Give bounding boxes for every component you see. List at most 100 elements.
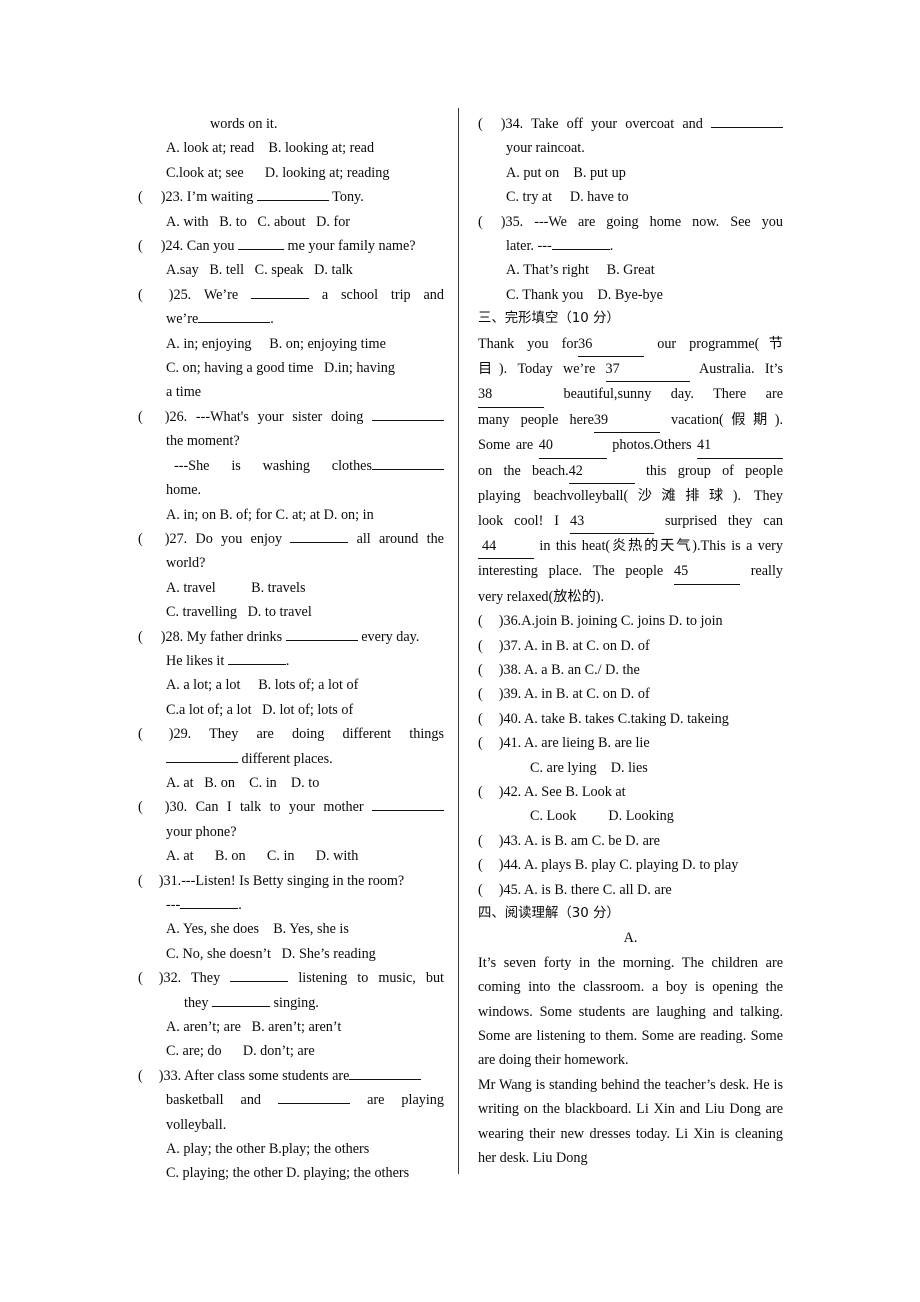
q30-stem: 30. Can I talk to your mother: [169, 795, 444, 819]
cloze-passage-line-5: Some are 40 photos.Others 41: [478, 433, 783, 459]
q33-blank-1[interactable]: [349, 1078, 422, 1080]
cloze-passage-line-8: look cool! I 43 surprised they can: [478, 509, 783, 534]
q34-blank[interactable]: [711, 127, 783, 128]
q25-stem-pre: 25. We’re: [173, 286, 251, 303]
q28-marker-open[interactable]: (: [138, 625, 143, 649]
cloze-blank-45[interactable]: 45: [673, 559, 740, 585]
cloze-l6-pre: on the beach.: [478, 462, 569, 479]
q31-blank[interactable]: [180, 908, 239, 909]
q30-marker-open[interactable]: (: [138, 795, 143, 819]
q32-marker-open[interactable]: (: [138, 966, 143, 990]
q28-blank-2[interactable]: [227, 663, 286, 665]
q31-stem-line2-post: .: [238, 897, 242, 913]
q25-blank-1[interactable]: [250, 297, 309, 299]
q25-blank-2[interactable]: [198, 322, 271, 324]
opt45-marker-open[interactable]: (: [478, 878, 483, 902]
opt42-text2: C. Look D. Looking: [530, 808, 674, 825]
q25-marker-open[interactable]: (: [138, 283, 143, 307]
q34-options-line1: A. put on B. put up: [506, 164, 626, 181]
q29-blank[interactable]: [166, 761, 238, 763]
cloze-blank-37[interactable]: 37: [605, 357, 690, 383]
opt40-marker-open[interactable]: (: [478, 707, 483, 731]
q26-marker-open[interactable]: (: [138, 405, 143, 429]
q29-marker-open[interactable]: (: [138, 722, 143, 746]
q31-options-line1: A. Yes, she does B. Yes, she is: [166, 921, 349, 938]
q25-stem: 25. We’re a school trip and: [173, 283, 444, 307]
cloze-l3-post: beautiful,sunny day. There are: [544, 386, 783, 403]
q24-blank[interactable]: [237, 249, 284, 251]
q25-stem-line2-post: .: [270, 311, 274, 328]
exam-worksheet-page: words on it. A. look at; read B. looking…: [0, 0, 920, 1302]
cloze-blank-41[interactable]: 41: [697, 433, 783, 459]
cloze-passage-line-4: many people here39 vacation(假期).: [478, 408, 783, 434]
q24-marker-open[interactable]: (: [138, 234, 143, 258]
cloze-blank-40[interactable]: 40: [538, 433, 607, 459]
cloze-blank-39[interactable]: 39: [593, 408, 660, 434]
q27-marker-open[interactable]: (: [138, 527, 143, 551]
opt42-marker-open[interactable]: (: [478, 780, 483, 804]
reading-paragraph-1: It’s seven forty in the morning. The chi…: [478, 954, 787, 1069]
q28-blank-1[interactable]: [285, 639, 358, 641]
q26-blank-2[interactable]: [372, 468, 444, 470]
opt43-marker-open[interactable]: (: [478, 829, 483, 853]
opt44-marker-open[interactable]: (: [478, 853, 483, 877]
q32-blank-2[interactable]: [211, 1005, 270, 1007]
opt38-marker-open[interactable]: (: [478, 658, 483, 682]
q32-blank-1[interactable]: [230, 981, 289, 983]
q33-marker-open[interactable]: (: [138, 1064, 143, 1088]
q29-stem-line2-post: different places.: [238, 750, 333, 767]
question-25: ( ) 25. We’re a school trip and: [138, 283, 444, 307]
q23-marker-open[interactable]: (: [138, 185, 143, 209]
q35-blank[interactable]: [551, 249, 610, 251]
q33-stem-line3: volleyball.: [166, 1116, 227, 1133]
q25-options-line2: C. on; having a good time D.in; having: [166, 360, 395, 377]
question-29: ( ) 29. They are doing different things: [138, 722, 444, 746]
q27-options-line2: C. travelling D. to travel: [166, 604, 312, 621]
question-27: ( ) 27. Do you enjoy all around the: [138, 527, 444, 551]
q34-marker-open[interactable]: (: [478, 112, 483, 136]
q27-stem-post: all around the: [348, 530, 444, 547]
q23-stem-pre: 23. I’m waiting: [165, 189, 257, 206]
opt38-text: 38. A. a B. an C./ D. the: [503, 661, 640, 678]
cloze-blank-43[interactable]: 43: [569, 509, 654, 534]
opt36-marker-open[interactable]: (: [478, 609, 483, 633]
q24-options: A.say B. tell C. speak D. talk: [166, 262, 353, 279]
q23-blank[interactable]: [256, 200, 329, 202]
cloze-option-41: ( ) 41. A. are lieing B. are lie: [478, 731, 783, 755]
q26-blank-1[interactable]: [372, 419, 444, 421]
opt39-marker-open[interactable]: (: [478, 682, 483, 706]
q23-stem: 23. I’m waiting Tony.: [165, 185, 444, 209]
q31-marker-open[interactable]: (: [138, 869, 143, 893]
question-35: ( ) 35. ---We are going home now. See yo…: [478, 210, 783, 234]
cloze-blank-36[interactable]: 36: [578, 332, 645, 358]
q32-options-line2: C. are; do D. don’t; are: [166, 1043, 315, 1060]
cloze-option-38: ( ) 38. A. a B. an C./ D. the: [478, 658, 783, 682]
q23-stem-post: Tony.: [328, 189, 364, 206]
cloze-passage-line-2: 目). Today we’re 37 Australia. It’s: [478, 357, 783, 383]
opt41-marker-open[interactable]: (: [478, 731, 483, 755]
cloze-blank-42[interactable]: 42: [568, 459, 635, 485]
q24-stem-post: me your family name?: [283, 238, 416, 255]
cloze-option-44: ( ) 44. A. plays B. play C. playing D. t…: [478, 853, 783, 877]
cloze-passage-line-9: 44 in this heat(炎热的天气).This is a very: [478, 534, 783, 560]
q31-options-line2: C. No, she doesn’t D. She’s reading: [166, 945, 376, 962]
q27-stem: 27. Do you enjoy all around the: [169, 527, 444, 551]
section-4-heading: 四、阅读理解（30 分）: [478, 906, 620, 921]
q27-blank[interactable]: [290, 541, 349, 543]
q33-blank-2[interactable]: [278, 1103, 351, 1105]
q30-blank[interactable]: [372, 810, 444, 812]
cloze-option-37: ( ) 37. A. in B. at C. on D. of: [478, 634, 783, 658]
q30-options: A. at B. on C. in D. with: [166, 848, 359, 865]
opt42-text: 42. A. See B. Look at: [503, 783, 626, 800]
q33-stem-line2-post: are playing: [350, 1092, 444, 1109]
cloze-blank-44[interactable]: 44: [478, 534, 534, 560]
q32-stem-post: listening to music, but: [288, 970, 444, 987]
cloze-blank-38[interactable]: 38: [478, 382, 544, 408]
q33-stem-line2-pre: basketball and: [166, 1092, 279, 1109]
opt37-marker-open[interactable]: (: [478, 634, 483, 658]
right-column: ( ) 34. Take off your overcoat and your …: [478, 112, 783, 1170]
cloze-l4-post: vacation(假期).: [659, 411, 783, 428]
q35-marker-open[interactable]: (: [478, 210, 483, 234]
question-23: ( ) 23. I’m waiting Tony.: [138, 185, 444, 209]
opt40-text: 40. A. take B. takes C.taking D. takeing: [503, 710, 729, 727]
